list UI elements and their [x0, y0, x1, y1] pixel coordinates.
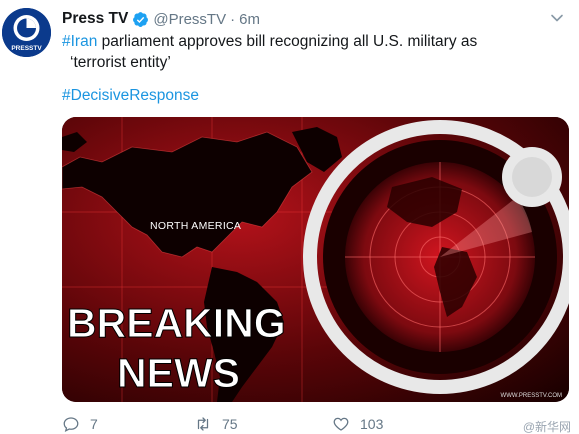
hashtag-decisive-response[interactable]: #DecisiveResponse: [62, 87, 199, 105]
tweet-timestamp[interactable]: 6m: [239, 11, 260, 28]
tweet-actions: 7 75 103: [62, 415, 562, 434]
tweet-text-line1: parliament approves bill recognizing all…: [97, 33, 478, 50]
verified-badge-icon: [133, 11, 149, 27]
news-headline: NEWS: [117, 350, 240, 396]
user-handle[interactable]: @PressTV: [153, 11, 226, 28]
presstv-logo-icon: PRESSTV: [2, 8, 51, 57]
like-button[interactable]: 103: [332, 415, 383, 433]
avatar-logo-text: PRESSTV: [11, 45, 42, 52]
heart-icon: [333, 417, 349, 431]
breaking-headline: BREAKING: [67, 300, 286, 346]
reply-icon: [63, 417, 79, 432]
like-count: 103: [360, 416, 384, 432]
display-name[interactable]: Press TV: [62, 10, 128, 28]
tweet-text-line2: ‘terrorist entity’: [70, 54, 171, 71]
retweet-button[interactable]: 75: [194, 415, 238, 433]
tweet-header: Press TV @PressTV · 6m: [62, 9, 260, 29]
avatar[interactable]: PRESSTV: [2, 8, 51, 57]
reply-count: 7: [90, 416, 98, 432]
header-separator: ·: [230, 10, 236, 28]
chevron-down-icon[interactable]: [549, 10, 565, 26]
watermark: @新华网: [522, 420, 571, 434]
map-label: NORTH AMERICA: [150, 220, 241, 232]
tweet-media-image[interactable]: NORTH AMERICA BREAKING NEWS WWW.PRESSTV.…: [62, 117, 569, 402]
tweet-text: #Iran parliament approves bill recognizi…: [62, 31, 532, 73]
breaking-news-graphic: NORTH AMERICA BREAKING NEWS WWW.PRESSTV.…: [62, 117, 569, 402]
media-credit: WWW.PRESSTV.COM: [501, 393, 562, 399]
reply-button[interactable]: 7: [62, 415, 98, 433]
hashtag-iran[interactable]: #Iran: [62, 33, 97, 50]
retweet-count: 75: [222, 416, 238, 432]
retweet-icon: [197, 417, 209, 431]
